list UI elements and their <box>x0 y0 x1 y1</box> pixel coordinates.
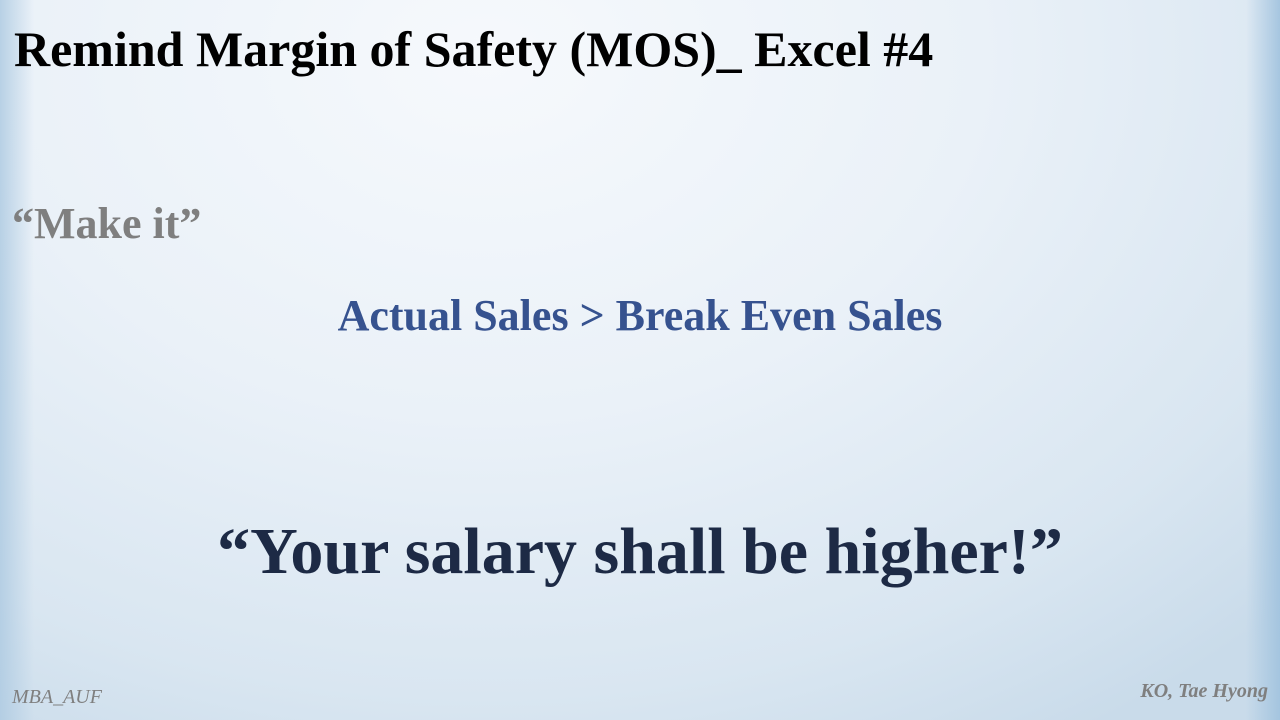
subheading: “Make it” <box>12 199 202 248</box>
footer-author: KO, Tae Hyong <box>1140 680 1268 702</box>
slide-title: Remind Margin of Safety (MOS)_ Excel #4 <box>14 21 934 77</box>
slide: Remind Margin of Safety (MOS)_ Excel #4 … <box>0 0 1280 720</box>
footer-left-label: MBA_AUF <box>12 686 102 708</box>
formula-text: Actual Sales > Break Even Sales <box>337 291 943 340</box>
quote-text: “Your salary shall be higher!” <box>217 515 1063 588</box>
